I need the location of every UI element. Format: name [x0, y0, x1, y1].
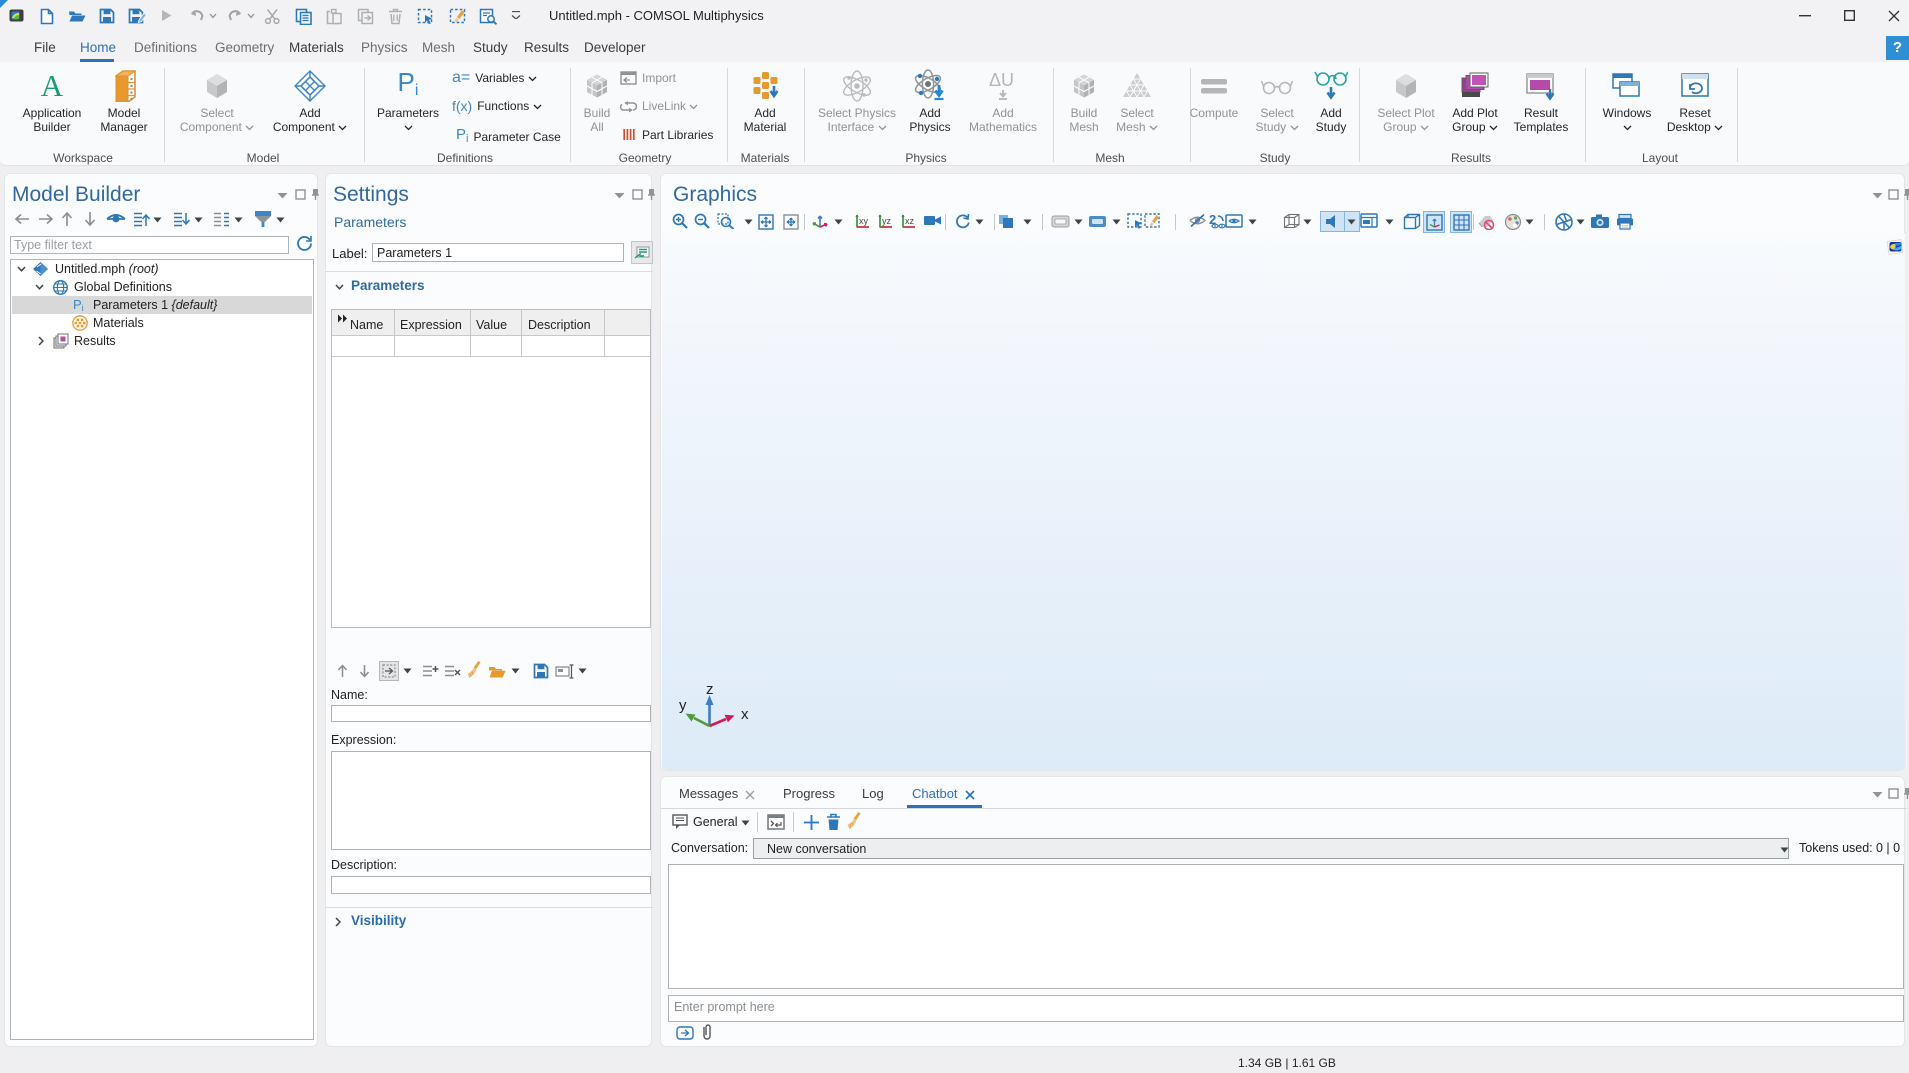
svg-text:z: z — [706, 683, 714, 698]
svg-text:y: y — [679, 697, 687, 714]
svg-text:x: x — [741, 706, 749, 723]
svg-text:yz: yz — [882, 216, 892, 226]
svg-text:xy: xy — [859, 216, 869, 226]
svg-text:ΔU: ΔU — [989, 70, 1014, 90]
svg-text:xz: xz — [905, 216, 915, 226]
